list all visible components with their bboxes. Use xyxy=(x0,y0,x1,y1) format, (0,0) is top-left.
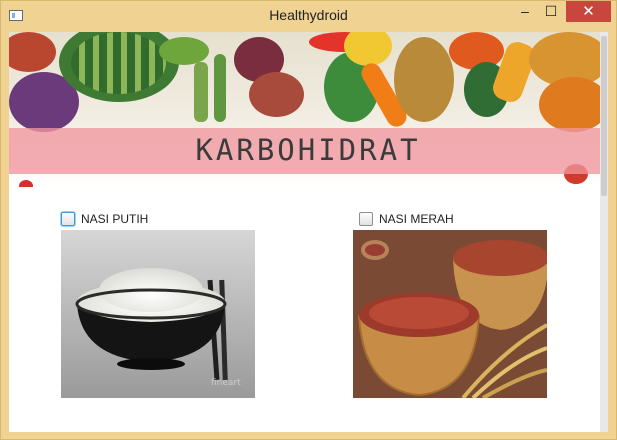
app-window: Healthydroid – ☐ ✕ KARBOHIDRAT NASI PUTI… xyxy=(0,0,617,440)
close-button[interactable]: ✕ xyxy=(566,1,611,22)
minimize-button[interactable]: – xyxy=(513,1,537,22)
nasi-merah-checkbox[interactable] xyxy=(359,212,373,226)
nasi-merah-label[interactable]: NASI MERAH xyxy=(379,212,454,226)
nasi-merah-image xyxy=(353,230,547,398)
banner-title: KARBOHIDRAT xyxy=(195,133,421,167)
maximize-button[interactable]: ☐ xyxy=(538,1,564,22)
content-panel: KARBOHIDRAT NASI PUTIH NASI MERAH finear… xyxy=(9,32,607,432)
vertical-scrollbar[interactable] xyxy=(600,32,608,432)
nasi-putih-checkbox[interactable] xyxy=(61,212,75,226)
option-nasi-putih[interactable]: NASI PUTIH xyxy=(61,210,148,228)
nasi-putih-label[interactable]: NASI PUTIH xyxy=(81,212,148,226)
title-bar[interactable]: Healthydroid – ☐ ✕ xyxy=(1,1,616,31)
vegetables-banner: KARBOHIDRAT xyxy=(9,32,607,187)
scrollbar-thumb[interactable] xyxy=(601,36,607,196)
option-nasi-merah[interactable]: NASI MERAH xyxy=(359,210,454,228)
svg-text:fineart: fineart xyxy=(211,378,241,388)
nasi-putih-image: fineart xyxy=(61,230,255,398)
